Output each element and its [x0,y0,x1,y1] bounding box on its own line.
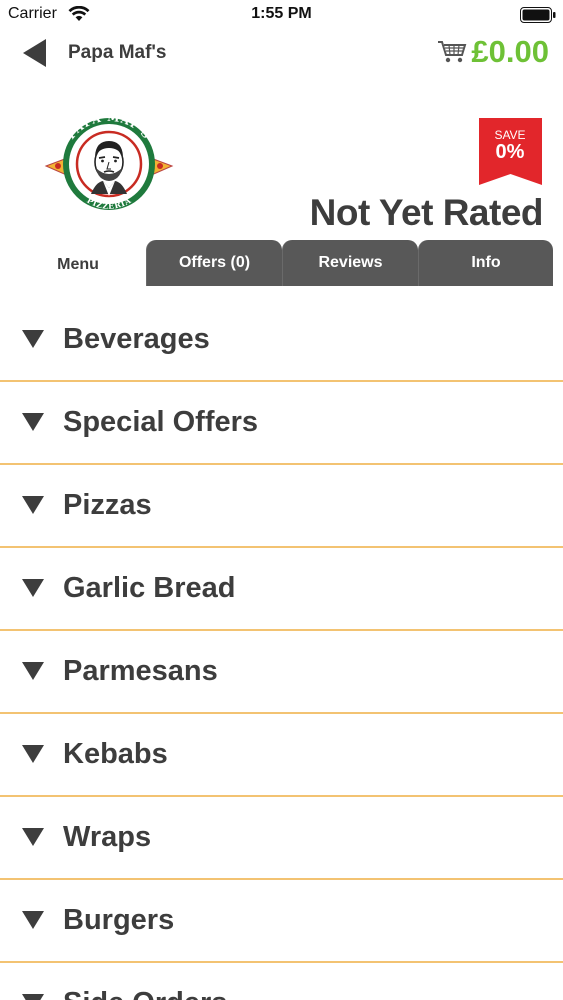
tab-bar: Menu Offers (0) Reviews Info [10,240,553,286]
expand-triangle-icon [22,911,44,929]
expand-triangle-icon [22,413,44,431]
restaurant-logo: PAPA MAF'S PIZZERIA [44,114,174,211]
category-label: Pizzas [63,489,152,521]
category-kebabs[interactable]: Kebabs [0,714,563,797]
category-label: Wraps [63,821,152,853]
category-special-offers[interactable]: Special Offers [0,382,563,465]
rating-text: Not Yet Rated [309,192,544,233]
expand-triangle-icon [22,745,44,763]
battery-icon [520,7,556,23]
expand-triangle-icon [22,330,44,348]
expand-triangle-icon [22,994,44,1000]
expand-triangle-icon [22,828,44,846]
category-parmesans[interactable]: Parmesans [0,631,563,714]
save-percentage: 0% [495,141,525,163]
tab-offers[interactable]: Offers (0) [146,240,282,286]
tab-reviews[interactable]: Reviews [282,240,418,286]
tab-label: Info [471,254,501,271]
category-pizzas[interactable]: Pizzas [0,465,563,548]
clock-time: 1:55 PM [251,5,312,22]
category-label: Kebabs [63,738,168,770]
navigation-bar: Papa Maf's £0.00 [0,30,563,78]
back-arrow-icon[interactable] [22,38,48,68]
save-badge: SAVE 0% [479,118,543,186]
expand-triangle-icon [22,496,44,514]
shopping-cart-icon [438,41,467,63]
category-side-orders[interactable]: Side Orders [0,963,563,1000]
category-label: Garlic Bread [63,572,236,604]
category-label: Beverages [63,323,210,355]
tab-label: Offers (0) [178,254,251,271]
tab-menu[interactable]: Menu [10,240,146,286]
tab-info[interactable]: Info [418,240,553,286]
category-burgers[interactable]: Burgers [0,880,563,963]
category-label: Side Orders [63,987,227,1000]
tab-label: Menu [57,256,99,273]
category-wraps[interactable]: Wraps [0,797,563,880]
cart-button[interactable]: £0.00 [437,32,549,72]
status-bar: Carrier 1:55 PM [0,0,563,30]
category-label: Parmesans [63,655,218,687]
category-beverages[interactable]: Beverages [0,299,563,382]
category-garlic-bread[interactable]: Garlic Bread [0,548,563,631]
cart-total: £0.00 [471,34,549,69]
menu-category-list: Beverages Special Offers Pizzas Garlic B… [0,299,563,1000]
restaurant-name: Papa Maf's [68,42,167,63]
expand-triangle-icon [22,579,44,597]
restaurant-menu-screen: Carrier 1:55 PM Papa Maf's £0.00 PAPA MA… [0,0,563,1000]
expand-triangle-icon [22,662,44,680]
tab-label: Reviews [318,254,383,271]
category-label: Burgers [63,904,175,936]
save-label: SAVE [494,128,526,142]
category-label: Special Offers [63,406,259,438]
